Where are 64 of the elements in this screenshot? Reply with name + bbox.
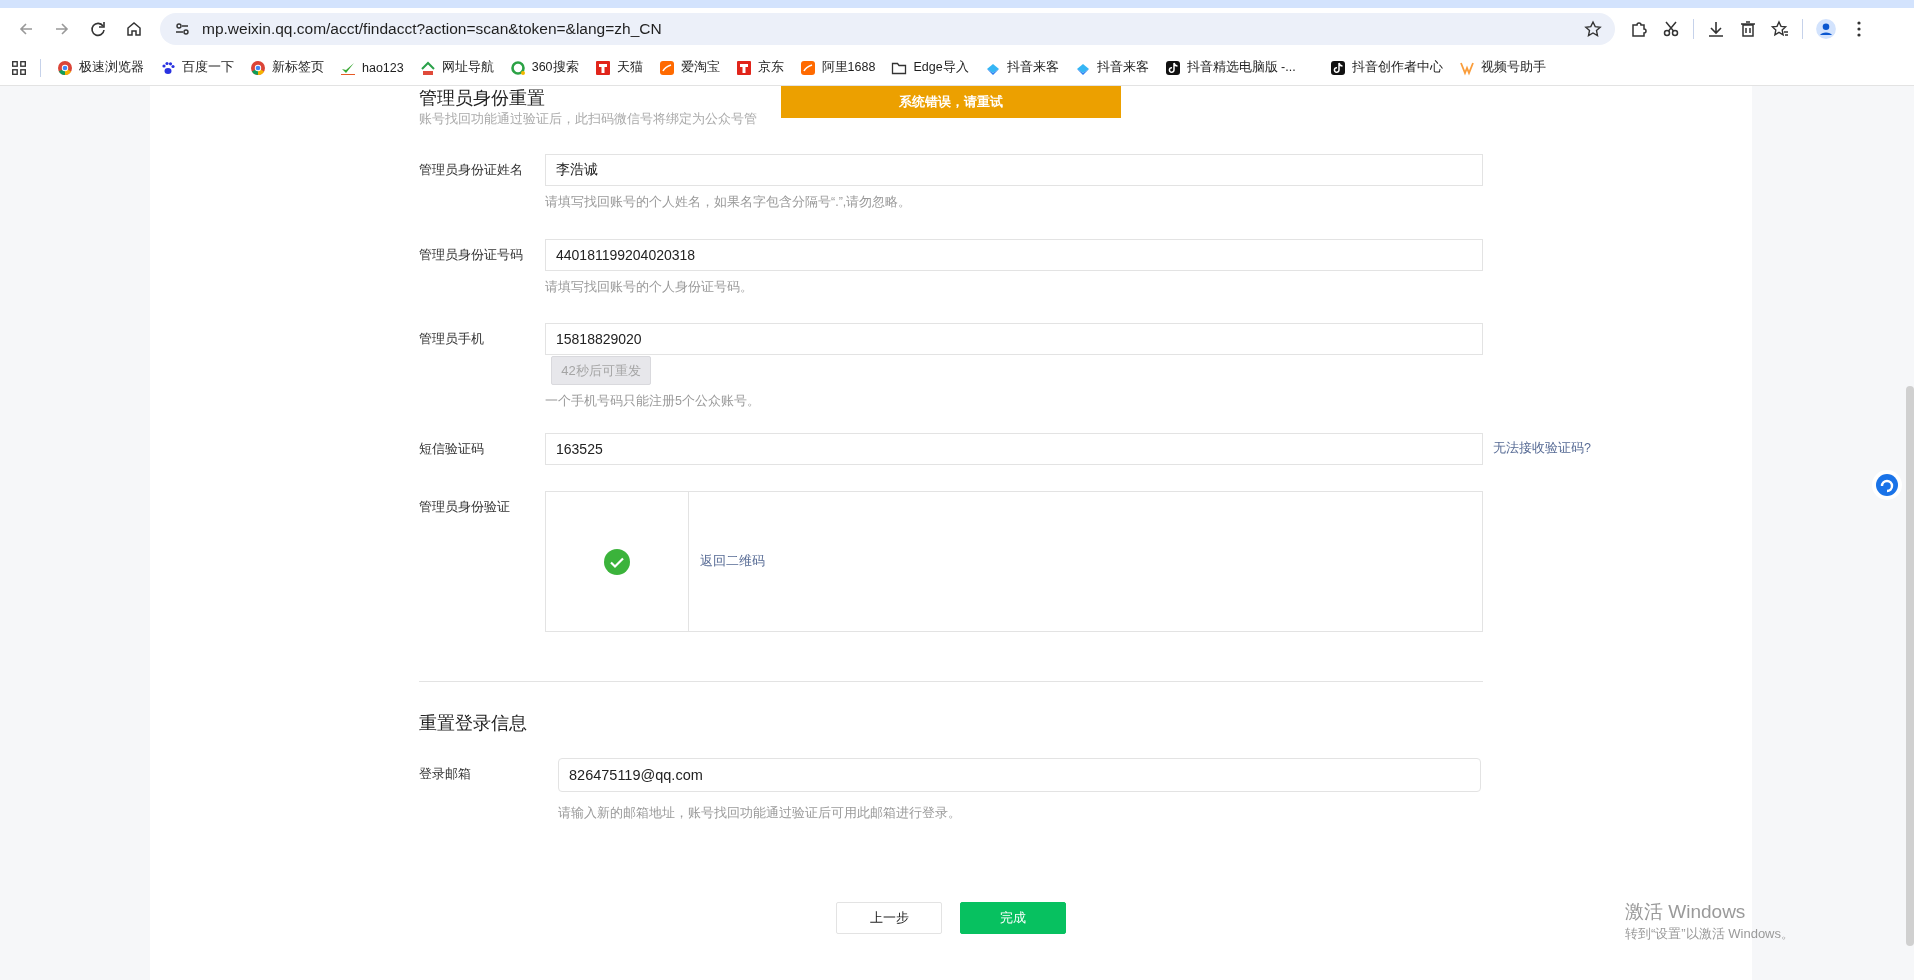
bookmark[interactable]: 网址导航	[413, 55, 500, 80]
bookmark[interactable]: 抖音来客	[1068, 55, 1155, 80]
tile-icon	[735, 59, 752, 76]
bookmark[interactable]: 抖音精选电脑版 -...	[1158, 55, 1302, 80]
field-hint: 请输入新的邮箱地址，账号找回功能通过验证后可用此邮箱进行登录。	[558, 805, 962, 822]
field-label: 管理员手机	[419, 331, 485, 348]
scrollbar-thumb[interactable]	[1906, 386, 1914, 946]
field-label: 管理员身份证号码	[419, 247, 524, 264]
address-bar[interactable]: mp.weixin.qq.com/acct/findacct?action=scan&token=&lang=zh_CN	[160, 13, 1615, 45]
extensions-icon[interactable]	[1629, 19, 1649, 39]
ring-icon	[509, 59, 526, 76]
text-field[interactable]: 李浩诚	[545, 154, 1483, 186]
bookmark-star-icon[interactable]	[1583, 19, 1603, 39]
help-link[interactable]: 无法接收验证码?	[1493, 440, 1591, 457]
note-app-icon	[1329, 59, 1346, 76]
house-icon	[419, 59, 436, 76]
bookmark[interactable]: hao123	[334, 55, 410, 80]
apps-icon[interactable]	[10, 58, 28, 77]
chrome-logo-icon	[57, 59, 73, 76]
bookmark[interactable]: 爱淘宝	[652, 55, 726, 80]
text-field[interactable]: 440181199204020318	[545, 239, 1483, 271]
bookmark[interactable]: 阿里1688	[793, 55, 882, 80]
chrome-logo-icon	[250, 59, 266, 76]
section-title: 管理员身份重置	[419, 87, 545, 110]
url-text: mp.weixin.qq.com/acct/findacct?action=scan&token=&lang=zh_CN	[202, 20, 663, 38]
text-field[interactable]: 163525	[545, 433, 1483, 465]
section-title: 重置登录信息	[419, 712, 528, 735]
swoosh-tile-icon	[658, 59, 675, 76]
tile-icon	[594, 59, 611, 76]
bookmark[interactable]: 抖音来客	[978, 55, 1065, 80]
reload-icon[interactable]	[88, 19, 108, 39]
scissors-icon[interactable]	[1661, 19, 1681, 39]
error-toast: 系统错误，请重试	[781, 86, 1121, 118]
field-label: 短信验证码	[419, 441, 485, 458]
field-hint: 请填写找回账号的个人身份证号码。	[545, 279, 754, 296]
previous-button[interactable]: 上一步	[836, 902, 942, 934]
bookmark[interactable]: 天猫	[588, 55, 649, 80]
swoosh-tile-icon	[799, 59, 816, 76]
activation-message: 转到“设置”以激活 Windows。	[1625, 925, 1794, 943]
assistant-icon[interactable]	[1872, 470, 1902, 500]
activation-title: 激活 Windows	[1625, 900, 1747, 924]
bookmark[interactable]: 新标签页	[244, 55, 330, 80]
trash-icon[interactable]	[1738, 19, 1758, 39]
field-label: 登录邮箱	[419, 766, 472, 783]
field-hint: 请填写找回账号的个人姓名，如果名字包含分隔号“.”,请勿忽略。	[545, 194, 913, 211]
text-field[interactable]: 15818829020	[545, 323, 1483, 355]
note-app-icon	[1164, 59, 1181, 76]
field-label: 管理员身份验证	[419, 499, 511, 516]
favorites-icon[interactable]	[1770, 19, 1790, 39]
section-description: 账号找回功能通过验证后，此扫码微信号将绑定为公众号管	[419, 111, 757, 128]
download-icon[interactable]	[1706, 19, 1726, 39]
bookmark[interactable]: 抖音创作者中心	[1323, 55, 1449, 80]
bookmark[interactable]: 视频号助手	[1452, 55, 1552, 80]
back-to-qr-link[interactable]: 返回二维码	[700, 553, 765, 570]
home-icon[interactable]	[124, 19, 144, 39]
bookmark[interactable]: 百度一下	[154, 55, 240, 80]
profile-icon[interactable]	[1815, 18, 1837, 40]
email-field[interactable]: 826475119@qq.com	[558, 758, 1481, 792]
paw-icon	[160, 59, 176, 76]
bookmark[interactable]: Edge导入	[885, 55, 975, 80]
bookmark[interactable]: 京东	[729, 55, 790, 80]
bookmark[interactable]: 360搜索	[503, 55, 585, 80]
bookmark[interactable]: 极速浏览器	[51, 55, 150, 80]
field-label: 管理员身份证姓名	[419, 162, 524, 179]
